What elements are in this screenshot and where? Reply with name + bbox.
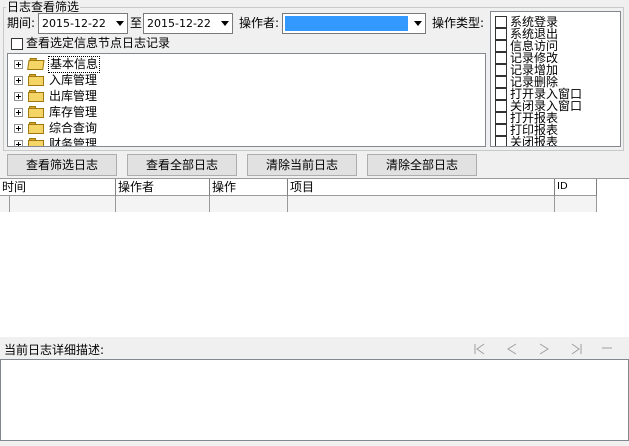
tree-item[interactable]: 基本信息 (14, 55, 101, 73)
date-from-picker[interactable]: 2015-12-22 (38, 13, 128, 34)
tree-item-label: 出库管理 (49, 88, 98, 103)
grid-header: 时间 操作者 操作 项目 ID (0, 179, 597, 196)
expand-icon[interactable] (14, 59, 23, 69)
folder-icon (27, 58, 47, 70)
chevron-down-icon[interactable] (410, 14, 425, 33)
operator-label: 操作者: (239, 16, 280, 30)
operator-select[interactable] (282, 13, 426, 34)
view-all-log-button[interactable]: 查看全部日志 (127, 154, 237, 176)
op-type-checkbox[interactable] (495, 52, 507, 64)
prev-record-icon[interactable] (505, 343, 519, 355)
op-type-checkbox[interactable] (495, 124, 507, 136)
folder-icon (28, 122, 46, 134)
op-type-checkbox[interactable] (495, 100, 507, 112)
op-type-checkbox[interactable] (495, 16, 507, 28)
column-header-time[interactable]: 时间 (0, 179, 116, 196)
expand-icon[interactable] (14, 139, 23, 146)
last-record-icon[interactable] (569, 343, 583, 355)
log-detail-textbox[interactable] (0, 359, 629, 441)
date-to-value: 2015-12-22 (147, 16, 211, 30)
chevron-down-icon[interactable] (112, 14, 127, 33)
op-type-checkbox[interactable] (495, 136, 507, 146)
column-header-item[interactable]: 项目 (288, 179, 555, 196)
tree-item-label: 财务管理 (49, 136, 98, 147)
operator-selected-value (285, 16, 408, 31)
op-type-label: 操作类型: (432, 16, 485, 30)
column-header-operation[interactable]: 操作 (210, 179, 288, 196)
clear-all-log-button[interactable]: 清除全部日志 (367, 154, 477, 176)
folder-icon (28, 138, 46, 146)
op-type-checklist[interactable]: 系统登录 系统退出 信息访问 记录修改 记录增加 记录删除 打开录入窗口 关闭录… (490, 11, 621, 147)
view-filtered-log-button[interactable]: 查看筛选日志 (7, 154, 117, 176)
detail-label: 当前日志详细描述: (4, 343, 105, 357)
chevron-down-icon[interactable] (217, 14, 232, 33)
tree-item-label: 库存管理 (49, 104, 98, 119)
op-type-checkbox[interactable] (495, 112, 507, 124)
tree-item-label: 入库管理 (49, 72, 98, 87)
op-type-checkbox[interactable] (495, 88, 507, 100)
info-node-tree[interactable]: 基本信息 入库管理 出库管理 库存管理 综合查询 财务管理 (7, 53, 486, 147)
tree-item[interactable]: 综合查询 (14, 120, 97, 136)
expand-icon[interactable] (14, 107, 23, 117)
node-log-checkbox[interactable] (11, 37, 23, 50)
to-label: 至 (130, 16, 143, 30)
tree-item[interactable]: 库存管理 (14, 104, 97, 120)
tree-item[interactable]: 出库管理 (14, 88, 97, 104)
node-log-checkbox-row[interactable]: 查看选定信息节点日志记录 (11, 36, 170, 51)
first-record-icon[interactable] (473, 343, 487, 355)
date-from-value: 2015-12-22 (42, 16, 106, 30)
filter-group-title: 日志查看筛选 (6, 0, 81, 14)
column-header-operator[interactable]: 操作者 (116, 179, 210, 196)
grid-empty-row (0, 196, 597, 212)
tree-item-label: 综合查询 (49, 120, 98, 135)
op-type-checkbox[interactable] (495, 28, 507, 40)
collapse-icon[interactable] (600, 343, 614, 355)
expand-icon[interactable] (14, 75, 23, 85)
node-log-checkbox-label: 查看选定信息节点日志记录 (26, 36, 171, 50)
op-type-label-text: 关闭报表 (510, 135, 559, 147)
op-type-checkbox[interactable] (495, 64, 507, 76)
op-type-checkbox[interactable] (495, 40, 507, 52)
folder-icon (28, 74, 46, 86)
tree-item[interactable]: 财务管理 (14, 136, 98, 147)
tree-item-label: 基本信息 (47, 55, 101, 73)
expand-icon[interactable] (14, 91, 23, 101)
tree-item[interactable]: 入库管理 (14, 72, 97, 88)
date-to-picker[interactable]: 2015-12-22 (143, 13, 233, 34)
folder-icon (28, 90, 46, 102)
log-viewer-window: { "filter": { "title": "日志查看筛选", "period… (0, 0, 629, 446)
period-label: 期间: (7, 16, 36, 30)
op-type-item[interactable]: 关闭报表 (495, 135, 559, 147)
folder-icon (28, 106, 46, 118)
column-header-id[interactable]: ID (555, 179, 597, 196)
expand-icon[interactable] (14, 123, 23, 133)
op-type-checkbox[interactable] (495, 76, 507, 88)
clear-current-log-button[interactable]: 清除当前日志 (247, 154, 357, 176)
next-record-icon[interactable] (537, 343, 551, 355)
log-grid[interactable]: 时间 操作者 操作 项目 ID (0, 178, 629, 337)
